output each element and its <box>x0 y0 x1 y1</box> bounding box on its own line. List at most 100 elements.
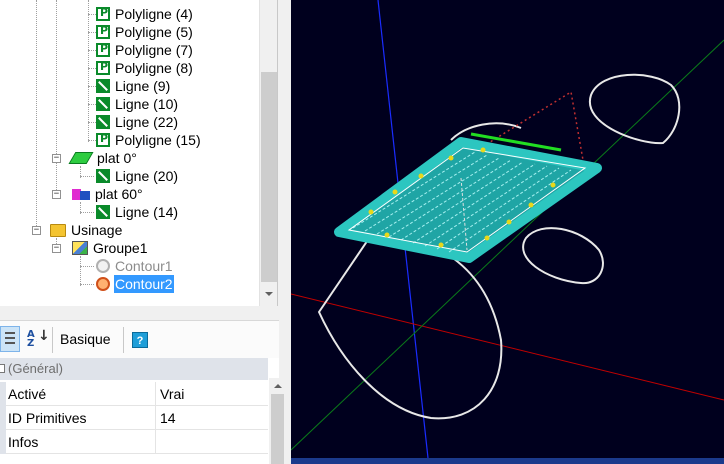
category-label: (Général) <box>8 361 63 376</box>
property-key: Activé <box>8 382 156 406</box>
tree-item-label: Ligne (14) <box>115 204 179 220</box>
tree-item-label: Contour2 <box>114 275 174 293</box>
property-key: Infos <box>8 430 156 454</box>
folder-icon <box>50 223 66 237</box>
status-bar <box>291 458 724 464</box>
plane-0-icon <box>68 152 94 164</box>
collapse-usinage-button[interactable]: − <box>32 226 41 235</box>
contour-loop-top <box>588 73 681 145</box>
tree-item-contour2[interactable]: Contour2 <box>96 275 174 293</box>
tree-guide <box>56 0 57 194</box>
row-margin <box>0 406 6 430</box>
tree-item-label: Polyligne (7) <box>115 42 193 58</box>
tree-item-plat-60[interactable]: plat 60° <box>72 185 144 203</box>
polyline-icon <box>96 132 110 147</box>
line-icon <box>96 205 110 219</box>
property-row-active[interactable]: Activé Vrai <box>0 382 268 406</box>
object-tree[interactable]: − − − − Polyligne (4) Polyligne (5) Poly… <box>0 0 278 306</box>
tree-guide <box>80 212 94 213</box>
collapse-plat60-button[interactable]: − <box>52 190 61 199</box>
az-sort-icon: A Z <box>27 329 35 349</box>
collapse-groupe1-button[interactable]: − <box>52 244 61 253</box>
horizontal-splitter[interactable] <box>0 306 279 320</box>
tree-item-polyline-5[interactable]: Polyligne (5) <box>96 23 194 41</box>
line-icon <box>96 115 110 129</box>
tree-item-label: plat 60° <box>95 186 143 202</box>
scene-canvas <box>291 0 724 458</box>
machined-part <box>334 137 602 263</box>
toolbar-separator <box>123 327 124 353</box>
property-value[interactable]: 14 <box>160 406 176 430</box>
tree-scrollbar-thumb[interactable] <box>261 72 277 282</box>
line-icon <box>96 169 110 183</box>
tree-item-usinage[interactable]: Usinage <box>50 221 123 239</box>
row-margin <box>0 430 6 454</box>
property-key: ID Primitives <box>8 406 156 430</box>
tree-item-label: plat 0° <box>97 150 137 166</box>
basic-mode-button[interactable]: Basique <box>60 331 111 347</box>
property-grid-scrollbar-thumb[interactable] <box>271 394 284 464</box>
tree-item-label: Contour1 <box>115 258 173 274</box>
tree-item-label: Ligne (9) <box>115 78 171 94</box>
polyline-icon <box>96 42 110 57</box>
collapse-category-icon[interactable] <box>0 364 5 373</box>
scroll-up-arrow-icon[interactable] <box>274 384 282 388</box>
property-value[interactable]: Vrai <box>160 382 184 406</box>
tree-guide <box>36 0 37 232</box>
tree-item-label: Polyligne (8) <box>115 60 193 76</box>
plane-60-icon <box>72 188 90 201</box>
line-icon <box>96 97 110 111</box>
collapse-plat0-button[interactable]: − <box>52 154 61 163</box>
tree-item-label: Groupe1 <box>93 240 148 256</box>
y-axis <box>291 39 724 451</box>
property-toolbar: A Z ↓ Basique ? <box>0 320 279 358</box>
tree-item-plat-0[interactable]: plat 0° <box>68 149 138 167</box>
categorized-view-button[interactable] <box>0 326 20 352</box>
tree-item-label: Usinage <box>71 222 123 238</box>
polyline-icon <box>96 6 110 21</box>
tree-item-groupe1[interactable]: Groupe1 <box>72 239 148 257</box>
help-icon[interactable]: ? <box>132 332 148 348</box>
contour-icon <box>96 277 110 291</box>
toolbar-separator <box>52 327 53 353</box>
tree-item-line-9[interactable]: Ligne (9) <box>96 77 171 95</box>
property-row-info[interactable]: Infos <box>0 430 268 454</box>
tree-item-label: Polyligne (4) <box>115 6 193 22</box>
tree-item-polyline-7[interactable]: Polyligne (7) <box>96 41 194 59</box>
3d-viewport[interactable] <box>291 0 724 458</box>
tree-item-label: Ligne (22) <box>115 114 179 130</box>
tree-item-label: Polyligne (15) <box>115 132 201 148</box>
tree-guide <box>88 14 96 15</box>
tree-item-label: Ligne (10) <box>115 96 179 112</box>
property-category-general[interactable]: (Général) <box>0 358 268 380</box>
group-icon <box>72 241 88 255</box>
tree-item-line-22[interactable]: Ligne (22) <box>96 113 179 131</box>
tree-item-polyline-4[interactable]: Polyligne (4) <box>96 5 194 23</box>
tree-item-line-14[interactable]: Ligne (14) <box>96 203 179 221</box>
tree-item-label: Polyligne (5) <box>115 24 193 40</box>
property-grid[interactable]: (Général) Activé Vrai ID Primitives 14 I… <box>0 358 279 464</box>
tree-item-line-20[interactable]: Ligne (20) <box>96 167 179 185</box>
tree-guide <box>80 284 94 285</box>
tree-guide <box>88 50 96 51</box>
tree-guide <box>88 140 96 141</box>
alphabetical-sort-button[interactable]: A Z ↓ <box>27 329 50 349</box>
scroll-down-arrow-icon[interactable] <box>265 292 273 296</box>
tree-guide <box>80 176 94 177</box>
tree-item-polyline-15[interactable]: Polyligne (15) <box>96 131 202 149</box>
property-grid-scrollbar[interactable] <box>269 378 287 464</box>
tree-guide <box>88 0 89 142</box>
polyline-icon <box>96 60 110 75</box>
property-row-primitive-ids[interactable]: ID Primitives 14 <box>0 406 268 430</box>
tree-item-polyline-8[interactable]: Polyligne (8) <box>96 59 194 77</box>
line-icon <box>96 79 110 93</box>
tree-item-contour1[interactable]: Contour1 <box>96 257 174 275</box>
tree-guide <box>80 266 94 267</box>
tree-guide <box>80 256 81 286</box>
polyline-icon <box>96 24 110 39</box>
tree-scrollbar[interactable] <box>259 0 277 306</box>
tree-guide <box>88 104 96 105</box>
x-axis <box>291 293 724 401</box>
tree-item-line-10[interactable]: Ligne (10) <box>96 95 179 113</box>
tree-guide <box>88 122 96 123</box>
